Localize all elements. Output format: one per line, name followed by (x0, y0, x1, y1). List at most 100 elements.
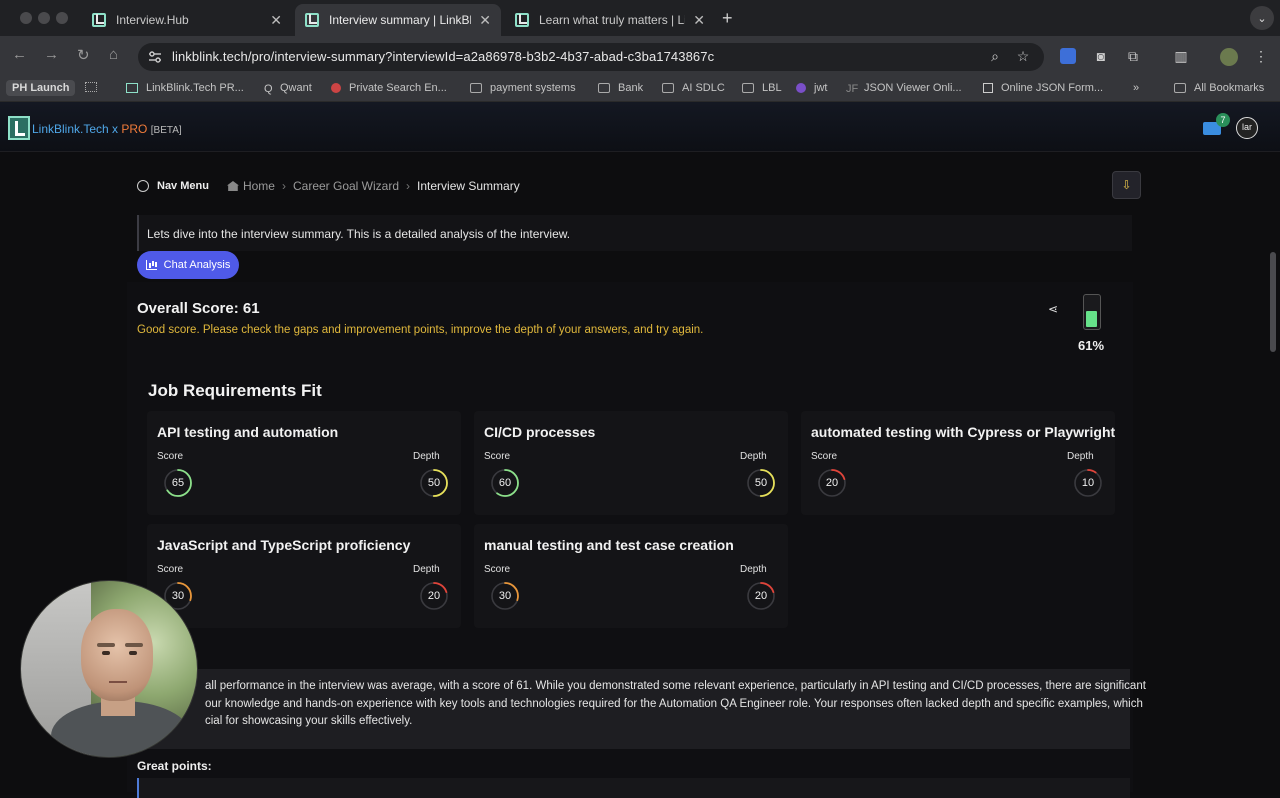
forward-arrow-icon[interactable]: → (44, 46, 59, 63)
score-label: Score (484, 564, 511, 575)
requirement-name: CI/CD processes (484, 424, 596, 440)
folder-icon (1174, 83, 1186, 93)
bookmark-private-search[interactable]: Private Search En... (331, 82, 447, 94)
reading-list-icon[interactable]: ▥ (1172, 48, 1190, 66)
back-arrow-icon[interactable]: ← (12, 46, 27, 63)
depth-label: Depth (413, 564, 440, 575)
folder-icon (598, 83, 610, 93)
bookmark-star-icon[interactable]: ☆ (1014, 48, 1032, 66)
requirement-card: JavaScript and TypeScript proficiency Sco… (147, 524, 461, 628)
depth-value: 50 (427, 477, 441, 489)
depth-gauge: 20 (745, 580, 777, 612)
overall-score-title: Overall Score: 61 (137, 300, 260, 317)
bookmark-label: All Bookmarks (1194, 82, 1265, 94)
bookmark-folder-lbl[interactable]: LBL (742, 82, 782, 94)
zoom-window-button[interactable] (56, 12, 68, 24)
chat-analysis-label: Chat Analysis (163, 259, 231, 271)
bookmark-folder-payment-systems[interactable]: payment systems (470, 82, 576, 94)
linkblink-logo-icon[interactable] (8, 116, 30, 140)
summary-text-box: all performance in the interview was ave… (137, 669, 1146, 749)
score-gauge: 60 (489, 467, 521, 499)
folder-icon (742, 83, 754, 93)
zoom-search-icon[interactable]: ⌕ (986, 48, 1004, 66)
tab-interview-hub[interactable]: Interview.Hub ✕ (82, 4, 292, 36)
profile-avatar-icon[interactable] (1220, 48, 1238, 66)
bookmark-label: payment systems (490, 82, 576, 94)
close-tab-icon[interactable]: ✕ (479, 12, 491, 29)
all-bookmarks-folder[interactable]: All Bookmarks (1174, 82, 1264, 94)
requirement-name: manual testing and test case creation (484, 537, 734, 553)
extensions-puzzle-icon[interactable]: ⧉ (1124, 48, 1142, 66)
close-tab-icon[interactable]: ✕ (270, 12, 282, 29)
score-gauge: 30 (489, 580, 521, 612)
webcam-person-brow (125, 643, 143, 647)
job-requirements-title: Job Requirements Fit (148, 381, 322, 400)
page-scrollbar[interactable] (1270, 252, 1276, 352)
download-button[interactable]: ⇩ (1112, 171, 1141, 199)
bookmark-label: Private Search En... (349, 82, 447, 94)
score-gauge: 20 (816, 467, 848, 499)
score-battery-fill (1086, 311, 1097, 327)
webcam-person-eye (129, 651, 137, 655)
requirement-name: JavaScript and TypeScript proficiency (157, 537, 411, 553)
bookmark-ph-launch[interactable]: PH Launch (6, 80, 76, 96)
site-settings-icon[interactable] (148, 50, 162, 64)
depth-gauge: 50 (745, 467, 777, 499)
intro-text: Lets dive into the interview summary. Th… (137, 215, 1132, 251)
bookmark-online-json-formatter[interactable]: Online JSON Form... (983, 82, 1103, 94)
brand-pro: PRO (121, 122, 148, 136)
chrome-menu-icon[interactable]: ⋮ (1252, 48, 1270, 66)
requirement-card: automated testing with Cypress or Playwr… (801, 411, 1115, 515)
depth-value: 20 (427, 590, 441, 602)
folder-icon (470, 83, 482, 93)
tab-learn-what-matters[interactable]: Learn what truly matters | Lin ✕ (505, 4, 715, 36)
folder-icon (662, 83, 674, 93)
score-label: Score (484, 451, 511, 462)
reload-icon[interactable]: ↻ (77, 46, 90, 64)
user-avatar[interactable]: lar (1236, 117, 1258, 139)
minimize-window-button[interactable] (38, 12, 50, 24)
bookmark-json-viewer[interactable]: JF JSON Viewer Onli... (846, 82, 962, 95)
tab-interview-summary[interactable]: Interview summary | LinkBlink ✕ (295, 4, 501, 36)
share-icon[interactable]: ⋖ (1048, 302, 1058, 316)
tab-search-chevron-icon[interactable]: ⌄ (1250, 6, 1274, 30)
bookmark-folder-bank[interactable]: Bank (598, 82, 643, 94)
summary-line: cial for showcasing your skills effectiv… (205, 715, 413, 727)
new-tab-plus-icon[interactable]: + (722, 8, 733, 29)
webcam-overlay[interactable] (20, 580, 198, 758)
requirement-card: API testing and automation Score Depth 65 50 (147, 411, 461, 515)
url-text[interactable]: linkblink.tech/pro/interview-summary?int… (172, 49, 714, 64)
breadcrumb-current: Interview Summary (417, 179, 520, 193)
home-icon[interactable] (226, 181, 239, 191)
score-percent: 61% (1078, 338, 1105, 353)
close-tab-icon[interactable]: ✕ (693, 12, 705, 29)
linkblink-favicon-icon (515, 13, 529, 27)
camera-extension-icon[interactable]: ◙ (1092, 48, 1110, 66)
breadcrumb-career-goal-wizard[interactable]: Career Goal Wizard (293, 179, 399, 193)
requirement-card: CI/CD processes Score Depth 60 50 (474, 411, 788, 515)
nav-menu-icon[interactable] (137, 180, 149, 192)
depth-label: Depth (413, 451, 440, 462)
home-icon[interactable]: ⌂ (109, 46, 118, 63)
bookmark-label: LinkBlink.Tech PR... (146, 82, 244, 94)
bookmark-folder-ai-sdlc[interactable]: AI SDLC (662, 82, 725, 94)
more-bookmarks-chevron-icon[interactable]: » (1133, 82, 1139, 94)
score-value: 65 (171, 477, 185, 489)
brand-name[interactable]: LinkBlink.Tech x PRO [BETA] (32, 122, 182, 136)
translate-extension-icon[interactable] (1060, 48, 1076, 64)
webcam-person-brow (97, 643, 115, 647)
depth-gauge: 20 (418, 580, 450, 612)
close-window-button[interactable] (20, 12, 32, 24)
chat-analysis-button[interactable]: Chat Analysis (137, 251, 239, 279)
bookmark-qwant[interactable]: Q Qwant (264, 82, 312, 95)
bookmark-linkblink-pr[interactable]: LinkBlink.Tech PR... (126, 82, 244, 94)
apps-grid-icon[interactable] (85, 82, 105, 92)
score-battery-meter (1083, 294, 1101, 330)
nav-menu-button[interactable]: Nav Menu (157, 180, 209, 192)
depth-gauge: 10 (1072, 467, 1104, 499)
tab-title: Interview summary | LinkBlink (329, 13, 472, 27)
bookmark-jwt[interactable]: jwt (796, 82, 827, 94)
requirement-name: automated testing with Cypress or Playwr… (811, 424, 1116, 440)
bar-chart-icon (145, 260, 157, 270)
breadcrumb-home[interactable]: Home (243, 179, 275, 193)
